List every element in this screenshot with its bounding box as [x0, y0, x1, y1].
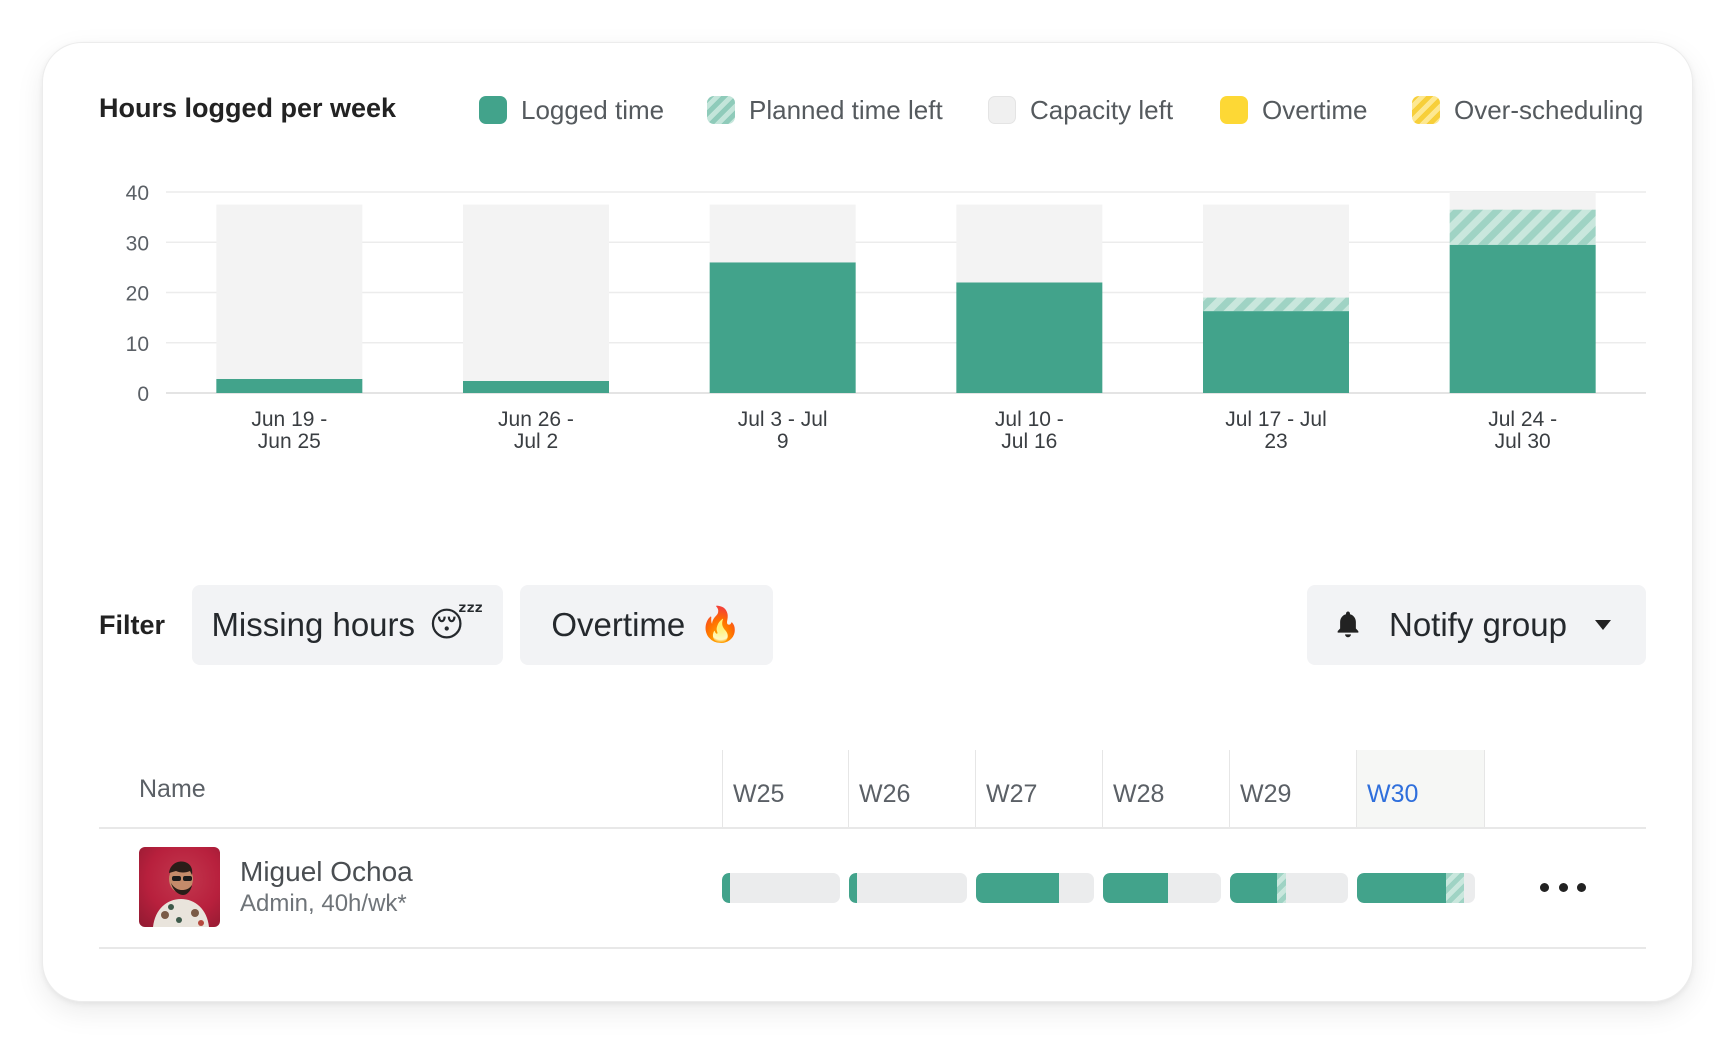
- x-tick-label: Jul 10 -Jul 16: [995, 408, 1064, 453]
- week-label: W30: [1367, 780, 1419, 808]
- bar-segment-logged-time[interactable]: [709, 262, 856, 393]
- y-tick-label: 0: [137, 383, 149, 406]
- logged-fill: [1357, 873, 1446, 903]
- x-tick-label-line: Jul 30: [1495, 430, 1551, 453]
- x-tick-label-line: Jul 3 - Jul: [738, 408, 828, 431]
- x-tick-label-line: Jul 16: [1001, 430, 1057, 453]
- chip-label: Missing hours: [211, 606, 416, 643]
- y-tick-label: 40: [126, 182, 149, 205]
- bar-segment-logged-time[interactable]: [216, 378, 363, 393]
- person-name[interactable]: Miguel Ochoa: [240, 856, 413, 888]
- week-progress-bar[interactable]: [976, 873, 1094, 903]
- notify-group-button[interactable]: Notify group: [1307, 585, 1646, 665]
- bar-segment-planned-time-left[interactable]: [1203, 297, 1349, 312]
- bar-segment-capacity-left[interactable]: [1203, 204, 1349, 298]
- y-tick-label: 10: [126, 333, 149, 356]
- table-header-divider: [99, 827, 1646, 829]
- name-column-header: Name: [139, 775, 206, 803]
- avatar-photo: [153, 861, 209, 927]
- week-label: W28: [1113, 780, 1165, 808]
- x-tick-label-line: Jun 26 -: [498, 408, 574, 431]
- week-column-w28[interactable]: W28: [1102, 750, 1230, 828]
- dot: [1540, 882, 1549, 892]
- week-progress-bar[interactable]: [849, 873, 967, 903]
- logged-fill: [1103, 873, 1168, 903]
- bar-segment-capacity-left[interactable]: [216, 204, 363, 379]
- x-tick-label-line: Jun 25: [258, 430, 321, 453]
- logged-fill: [722, 873, 730, 903]
- table-row-divider: [99, 947, 1646, 949]
- person-role: Admin, 40h/wk*: [240, 890, 407, 917]
- x-tick-label-line: 9: [777, 430, 789, 453]
- bar-segment-logged-time[interactable]: [1449, 244, 1596, 393]
- x-tick-label-line: Jul 10 -: [995, 408, 1064, 431]
- x-tick-label-line: Jun 19 -: [251, 408, 327, 431]
- week-progress-bar[interactable]: [722, 873, 840, 903]
- logged-fill: [976, 873, 1059, 903]
- chip-label: Overtime: [551, 606, 686, 643]
- x-tick-label: Jul 24 -Jul 30: [1488, 408, 1557, 453]
- planned-fill: [1277, 873, 1286, 903]
- week-label: W26: [859, 780, 911, 808]
- logged-fill: [1230, 873, 1277, 903]
- dot: [1558, 882, 1568, 892]
- missing-hours-filter[interactable]: Missing hours 😴: [192, 585, 503, 665]
- fire-icon: 🔥: [699, 606, 742, 644]
- hours-bar-chart: 010203040Jun 19 -Jun 25Jun 26 -Jul 2Jul …: [126, 182, 1646, 453]
- bar-segment-logged-time[interactable]: [1203, 311, 1349, 393]
- week-label: W25: [733, 780, 785, 808]
- y-tick-label: 30: [126, 232, 149, 255]
- week-column-w29[interactable]: W29: [1229, 750, 1357, 828]
- sleeping-face-icon: 😴: [429, 606, 484, 644]
- week-label: W27: [986, 780, 1038, 808]
- bar-segment-logged-time[interactable]: [463, 380, 609, 393]
- week-progress-bar[interactable]: [1357, 873, 1475, 903]
- notify-group-label: Notify group: [1389, 606, 1567, 643]
- bar-segment-capacity-left[interactable]: [463, 204, 609, 381]
- week-column-w26[interactable]: W26: [848, 750, 976, 828]
- x-tick-label: Jun 19 -Jun 25: [251, 408, 327, 453]
- bar-segment-logged-time[interactable]: [956, 282, 1103, 393]
- x-tick-label: Jul 17 - Jul 23: [1225, 408, 1327, 453]
- logged-fill: [849, 873, 857, 903]
- bar-segment-capacity-left[interactable]: [956, 204, 1103, 283]
- y-tick-label: 20: [126, 283, 149, 306]
- bar-segment-capacity-left[interactable]: [709, 204, 856, 263]
- dot: [1577, 882, 1586, 892]
- x-tick-label-line: 23: [1264, 430, 1287, 453]
- planned-fill: [1446, 873, 1464, 903]
- x-tick-label: Jul 3 - Jul 9: [738, 408, 828, 453]
- week-label: W29: [1240, 780, 1292, 808]
- bell-icon: [1333, 609, 1363, 641]
- week-column-w30[interactable]: W30: [1356, 750, 1485, 828]
- bar-segment-planned-time-left[interactable]: [1449, 209, 1596, 245]
- overtime-filter[interactable]: Overtime 🔥: [520, 585, 773, 665]
- avatar[interactable]: [139, 847, 220, 927]
- x-tick-label: Jun 26 -Jul 2: [498, 408, 574, 453]
- week-progress-bar[interactable]: [1103, 873, 1221, 903]
- chevron-down-icon: [1594, 619, 1612, 631]
- x-tick-label-line: Jul 17 - Jul: [1225, 408, 1327, 431]
- more-options-button[interactable]: [1540, 870, 1586, 904]
- bar-segment-capacity-left[interactable]: [1449, 192, 1596, 210]
- week-column-w27[interactable]: W27: [975, 750, 1103, 828]
- x-tick-label-line: Jul 2: [514, 430, 558, 453]
- x-tick-label-line: Jul 24 -: [1488, 408, 1557, 431]
- week-progress-bar[interactable]: [1230, 873, 1348, 903]
- week-column-w25[interactable]: W25: [722, 750, 849, 828]
- filter-label: Filter: [99, 610, 166, 640]
